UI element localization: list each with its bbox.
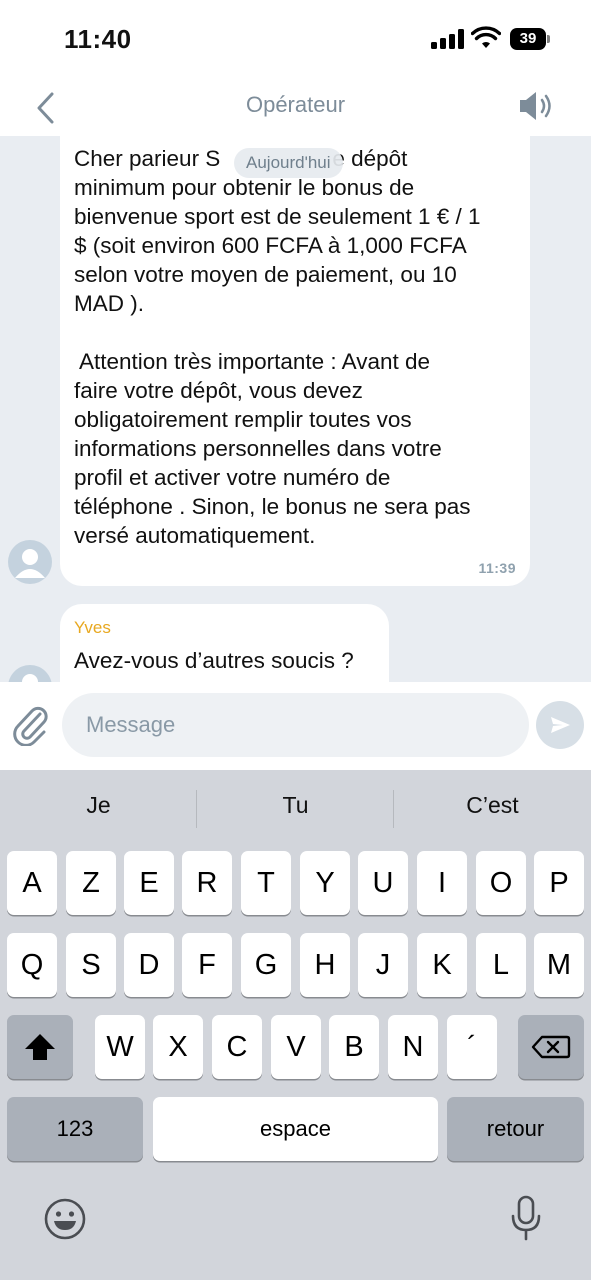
key-i[interactable]: I [417, 851, 467, 915]
key-n[interactable]: N [388, 1015, 438, 1079]
microphone-icon[interactable] [508, 1194, 544, 1244]
suggestion-item[interactable]: Tu [197, 792, 394, 819]
date-pill: Aujourd'hui [234, 148, 343, 178]
space-key[interactable]: espace [153, 1097, 438, 1161]
message-timestamp: 11:39 [478, 560, 516, 576]
key-v[interactable]: V [271, 1015, 321, 1079]
key-u[interactable]: U [358, 851, 408, 915]
key-k[interactable]: K [417, 933, 467, 997]
key-f[interactable]: F [182, 933, 232, 997]
key-x[interactable]: X [153, 1015, 203, 1079]
wifi-icon [471, 26, 501, 48]
key-l[interactable]: L [476, 933, 526, 997]
battery-icon: 39 [510, 28, 550, 50]
message-bubble: Cher parieur Se dépôt minimum pour obten… [60, 136, 530, 586]
key-m[interactable]: M [534, 933, 584, 997]
key-a[interactable]: A [7, 851, 57, 915]
user-icon [15, 549, 45, 578]
key-o[interactable]: O [476, 851, 526, 915]
chat-area[interactable]: Cher parieur Se dépôt minimum pour obten… [0, 136, 591, 682]
keyboard: Je Tu C’est A Z E R T Y U I O P Q S D F … [0, 770, 591, 1280]
backspace-icon [531, 1035, 571, 1059]
suggestion-item[interactable]: C’est [394, 792, 591, 819]
sender-name: Yves [74, 618, 111, 637]
key-h[interactable]: H [300, 933, 350, 997]
avatar [8, 665, 52, 682]
composer [0, 682, 591, 770]
message-line: informations personnelles dans votre [74, 436, 442, 461]
message-line: Attention très importante : Avant de [74, 349, 431, 374]
message-line: selon votre moyen de paiement, ou 10 [74, 262, 457, 287]
speaker-icon[interactable] [516, 88, 556, 124]
key-s[interactable]: S [66, 933, 116, 997]
message-line: bienvenue sport est de seulement 1 € / 1 [74, 204, 481, 229]
message-line: $ (soit environ 600 FCFA à 1,000 FCFA [74, 233, 467, 258]
message-line: téléphone . Sinon, le bonus ne sera pas [74, 494, 471, 519]
key-acute[interactable]: ´ [447, 1015, 497, 1079]
send-icon [551, 717, 570, 733]
return-key[interactable]: retour [447, 1097, 584, 1161]
send-button[interactable] [536, 701, 584, 749]
message-line: versé automatiquement. [74, 523, 316, 548]
message-line: MAD ). [74, 291, 144, 316]
key-b[interactable]: B [329, 1015, 379, 1079]
signal-icon [431, 29, 465, 49]
message-input[interactable] [62, 693, 529, 757]
key-d[interactable]: D [124, 933, 174, 997]
shift-key[interactable] [7, 1015, 73, 1079]
key-r[interactable]: R [182, 851, 232, 915]
suggestion-item[interactable]: Je [0, 792, 197, 819]
shift-icon [25, 1034, 55, 1060]
key-y[interactable]: Y [300, 851, 350, 915]
key-q[interactable]: Q [7, 933, 57, 997]
paperclip-icon[interactable] [10, 702, 50, 746]
message-line: profil et activer votre numéro de [74, 465, 391, 490]
key-w[interactable]: W [95, 1015, 145, 1079]
numbers-key[interactable]: 123 [7, 1097, 143, 1161]
chat-header: Opérateur [0, 80, 591, 136]
key-e[interactable]: E [124, 851, 174, 915]
key-t[interactable]: T [241, 851, 291, 915]
message-line: faire votre dépôt, vous devez [74, 378, 363, 403]
message-line: obligatoirement remplir toutes vos [74, 407, 412, 432]
message-bubble: Yves Avez-vous d’autres soucis ? [60, 604, 389, 682]
battery-level: 39 [510, 28, 546, 50]
message-text: Avez-vous d’autres soucis ? [74, 648, 354, 673]
status-bar: 11:40 39 [0, 0, 591, 80]
page-title: Opérateur [245, 92, 346, 117]
key-p[interactable]: P [534, 851, 584, 915]
user-icon [22, 674, 38, 682]
key-g[interactable]: G [241, 933, 291, 997]
emoji-icon[interactable] [43, 1197, 87, 1241]
backspace-key[interactable] [518, 1015, 584, 1079]
key-z[interactable]: Z [66, 851, 116, 915]
key-j[interactable]: J [358, 933, 408, 997]
status-time: 11:40 [64, 24, 132, 54]
avatar [8, 540, 52, 584]
key-c[interactable]: C [212, 1015, 262, 1079]
